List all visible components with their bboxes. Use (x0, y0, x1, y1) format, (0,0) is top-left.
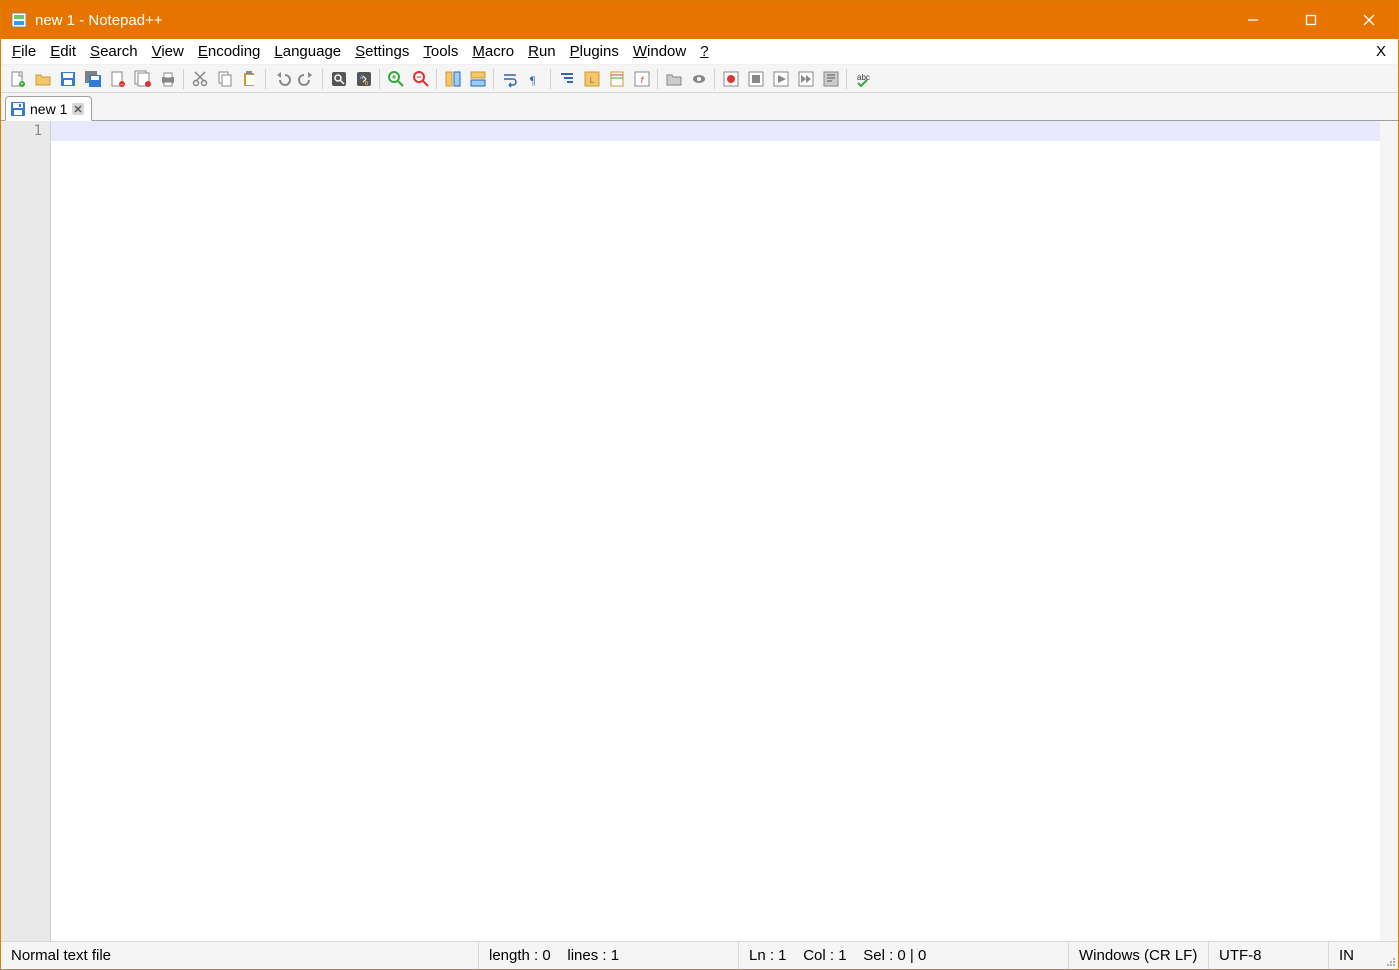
resize-grip[interactable] (1380, 942, 1398, 969)
play-icon[interactable] (768, 67, 793, 91)
toolbar-separator (436, 69, 437, 89)
toolbar-separator (322, 69, 323, 89)
close-file-icon[interactable]: – (105, 67, 130, 91)
toolbar-separator (846, 69, 847, 89)
menu-file[interactable]: File (5, 41, 43, 62)
app-icon (11, 12, 27, 28)
doc-map-icon[interactable] (604, 67, 629, 91)
menu-search[interactable]: Search (83, 41, 145, 62)
menubar-close-doc-button[interactable]: X (1368, 43, 1394, 60)
status-filetype: Normal text file (1, 942, 478, 969)
menu-tools[interactable]: Tools (416, 41, 465, 62)
menu-window[interactable]: Window (626, 41, 693, 62)
editor-line[interactable] (51, 121, 1380, 141)
doc-switcher-icon[interactable] (686, 67, 711, 91)
vertical-scrollbar[interactable] (1380, 121, 1398, 941)
svg-text:abc: abc (857, 73, 870, 82)
minimize-button[interactable] (1224, 1, 1282, 39)
save-all-icon[interactable] (80, 67, 105, 91)
status-cursor: Ln : 1 Col : 1 Sel : 0 | 0 (738, 942, 1068, 969)
svg-text:¶: ¶ (530, 73, 536, 87)
menu-run[interactable]: Run (521, 41, 563, 62)
window-title: new 1 - Notepad++ (35, 12, 163, 29)
record-icon[interactable] (718, 67, 743, 91)
toolbar-separator (379, 69, 380, 89)
svg-text:L: L (589, 76, 594, 85)
function-list-icon[interactable]: f (629, 67, 654, 91)
menu-plugins[interactable]: Plugins (563, 41, 626, 62)
save-icon[interactable] (55, 67, 80, 91)
redo-icon[interactable] (294, 67, 319, 91)
undo-icon[interactable] (269, 67, 294, 91)
status-length-lines: length : 0 lines : 1 (478, 942, 738, 969)
status-encoding[interactable]: UTF-8 (1208, 942, 1328, 969)
word-wrap-icon[interactable] (497, 67, 522, 91)
statusbar: Normal text file length : 0 lines : 1 Ln… (1, 941, 1398, 969)
toolbar-separator (265, 69, 266, 89)
save-macro-icon[interactable] (818, 67, 843, 91)
menu-language[interactable]: Language (267, 41, 348, 62)
text-area[interactable] (51, 121, 1380, 941)
editor: 1 (1, 121, 1398, 941)
line-number: 1 (1, 121, 42, 141)
copy-icon[interactable] (212, 67, 237, 91)
print-icon[interactable] (155, 67, 180, 91)
new-file-icon[interactable]: + (5, 67, 30, 91)
user-lang-icon[interactable]: L (579, 67, 604, 91)
open-file-icon[interactable] (30, 67, 55, 91)
toolbar-separator (714, 69, 715, 89)
play-multi-icon[interactable] (793, 67, 818, 91)
folder-icon[interactable] (661, 67, 686, 91)
tab-close-button[interactable] (71, 102, 85, 116)
menu-?[interactable]: ? (693, 41, 715, 62)
toolbar-separator (550, 69, 551, 89)
sync-vertical-icon[interactable] (440, 67, 465, 91)
zoom-out-icon[interactable] (408, 67, 433, 91)
close-window-button[interactable] (1340, 1, 1398, 39)
menu-edit[interactable]: Edit (43, 41, 83, 62)
tabbar: new 1 (1, 93, 1398, 121)
tab-label: new 1 (30, 101, 67, 117)
svg-text:+: + (20, 82, 24, 88)
titlebar: new 1 - Notepad++ (1, 1, 1398, 39)
spellcheck-icon[interactable]: abc (850, 67, 875, 91)
sync-horizontal-icon[interactable] (465, 67, 490, 91)
zoom-in-icon[interactable] (383, 67, 408, 91)
toolbar: + – ab ¶ Lf abc (1, 65, 1398, 93)
toolbar-separator (657, 69, 658, 89)
toolbar-separator (183, 69, 184, 89)
menubar: FileEditSearchViewEncodingLanguageSettin… (1, 39, 1398, 65)
line-number-gutter: 1 (1, 121, 51, 941)
indent-guide-icon[interactable] (554, 67, 579, 91)
replace-icon[interactable]: ab (351, 67, 376, 91)
close-all-icon[interactable] (130, 67, 155, 91)
status-insert-mode[interactable]: IN (1328, 942, 1380, 969)
menu-view[interactable]: View (145, 41, 191, 62)
status-eol[interactable]: Windows (CR LF) (1068, 942, 1208, 969)
toolbar-separator (493, 69, 494, 89)
tab-new-1[interactable]: new 1 (5, 96, 92, 121)
show-all-chars-icon[interactable]: ¶ (522, 67, 547, 91)
menu-settings[interactable]: Settings (348, 41, 416, 62)
menu-macro[interactable]: Macro (465, 41, 521, 62)
stop-icon[interactable] (743, 67, 768, 91)
find-icon[interactable] (326, 67, 351, 91)
cut-icon[interactable] (187, 67, 212, 91)
maximize-button[interactable] (1282, 1, 1340, 39)
save-icon (10, 101, 26, 117)
menu-encoding[interactable]: Encoding (191, 41, 268, 62)
paste-icon[interactable] (237, 67, 262, 91)
